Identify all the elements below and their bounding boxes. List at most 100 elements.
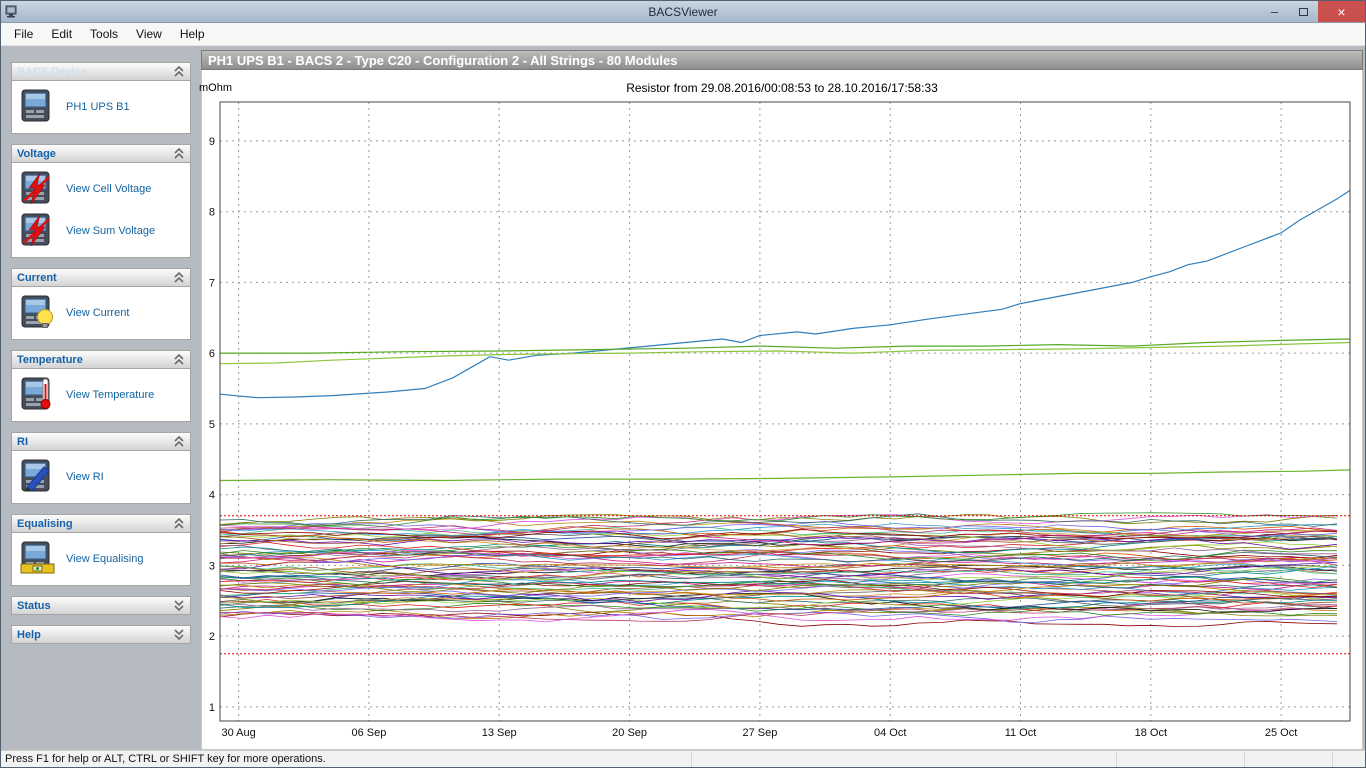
- section-body-bacs-device: PH1 UPS B1: [11, 81, 191, 134]
- status-pane: [1116, 751, 1244, 767]
- sidebar-section-ri: RI View RI: [11, 432, 191, 504]
- sidebar-item-label: View Equalising: [66, 553, 143, 565]
- sidebar-section-temperature: Temperature View Temperature: [11, 350, 191, 422]
- menu-help[interactable]: Help: [171, 24, 214, 44]
- svg-text:6: 6: [209, 348, 215, 360]
- chart-panel: PH1 UPS B1 - BACS 2 - Type C20 - Configu…: [201, 50, 1363, 750]
- svg-text:06 Sep: 06 Sep: [351, 727, 386, 739]
- menu-edit[interactable]: Edit: [42, 24, 81, 44]
- chart-area: mOhm Resistor from 29.08.2016/00:08:53 t…: [201, 70, 1363, 750]
- sidebar-item-view-cell-voltage[interactable]: View Cell Voltage: [16, 168, 186, 210]
- svg-text:7: 7: [209, 277, 215, 289]
- close-button[interactable]: ×: [1318, 1, 1365, 22]
- sidebar-item-view-temperature[interactable]: View Temperature: [16, 374, 186, 416]
- bacsviewer-window: BACSViewer – × FileEditToolsViewHelp BAC…: [0, 0, 1366, 768]
- section-header-voltage[interactable]: Voltage: [11, 144, 191, 163]
- sidebar-item-label: View Cell Voltage: [66, 183, 151, 195]
- sidebar-item-label: PH1 UPS B1: [66, 101, 130, 113]
- maximize-icon: [1299, 8, 1308, 16]
- collapse-chevron-icon[interactable]: [173, 65, 185, 78]
- svg-text:3: 3: [209, 560, 215, 572]
- section-header-help[interactable]: Help: [11, 625, 191, 644]
- sidebar-section-equalising: Equalising View Equalising: [11, 514, 191, 586]
- sidebar-item-view-equalising[interactable]: View Equalising: [16, 538, 186, 580]
- section-header-equalising[interactable]: Equalising: [11, 514, 191, 533]
- expand-chevron-icon[interactable]: [173, 599, 185, 612]
- minimize-button[interactable]: –: [1260, 1, 1289, 22]
- sidebar-item-view-sum-voltage[interactable]: View Sum Voltage: [16, 210, 186, 252]
- svg-text:1: 1: [209, 702, 215, 714]
- status-pane: [691, 751, 1116, 767]
- chart-panel-header: PH1 UPS B1 - BACS 2 - Type C20 - Configu…: [201, 50, 1363, 70]
- section-header-bacs-device[interactable]: BACS Device: [11, 62, 191, 81]
- sidebar-item-view-current[interactable]: View Current: [16, 292, 186, 334]
- equalising-icon: [18, 540, 58, 578]
- section-header-temperature[interactable]: Temperature: [11, 350, 191, 369]
- svg-text:27 Sep: 27 Sep: [742, 727, 777, 739]
- section-title: Voltage: [17, 148, 173, 160]
- sidebar-section-help: Help: [11, 625, 191, 644]
- svg-text:2: 2: [209, 631, 215, 643]
- svg-text:5: 5: [209, 419, 215, 431]
- sidebar-section-status: Status: [11, 596, 191, 615]
- sidebar-item-label: View RI: [66, 471, 104, 483]
- section-header-ri[interactable]: RI: [11, 432, 191, 451]
- menu-view[interactable]: View: [127, 24, 171, 44]
- section-title: Help: [17, 629, 173, 641]
- resistance-chart: 12345678930 Aug06 Sep13 Sep20 Sep27 Sep0…: [202, 98, 1362, 749]
- collapse-chevron-icon[interactable]: [173, 271, 185, 284]
- collapse-chevron-icon[interactable]: [173, 517, 185, 530]
- svg-text:18 Oct: 18 Oct: [1135, 727, 1167, 739]
- chart-title-row: mOhm Resistor from 29.08.2016/00:08:53 t…: [202, 70, 1362, 98]
- section-title: Equalising: [17, 518, 173, 530]
- section-header-status[interactable]: Status: [11, 596, 191, 615]
- svg-text:04 Oct: 04 Oct: [874, 727, 906, 739]
- current-icon: [18, 294, 58, 332]
- svg-text:25 Oct: 25 Oct: [1265, 727, 1297, 739]
- expand-chevron-icon[interactable]: [173, 628, 185, 641]
- status-text: Press F1 for help or ALT, CTRL or SHIFT …: [5, 753, 691, 765]
- section-body-current: View Current: [11, 287, 191, 340]
- sidebar-section-bacs-device: BACS Device PH1 UPS B1: [11, 62, 191, 134]
- content-area: BACS Device PH1 UPS B1 Voltage View Cell Vo…: [1, 46, 1365, 750]
- sidebar-item-label: View Temperature: [66, 389, 154, 401]
- section-header-current[interactable]: Current: [11, 268, 191, 287]
- temperature-icon: [18, 376, 58, 414]
- sum-voltage-icon: [18, 212, 58, 250]
- sidebar-section-voltage: Voltage View Cell Voltage View Sum Voltage: [11, 144, 191, 258]
- menu-tools[interactable]: Tools: [81, 24, 127, 44]
- sidebar-item-label: View Sum Voltage: [66, 225, 155, 237]
- section-body-equalising: View Equalising: [11, 533, 191, 586]
- ri-icon: [18, 458, 58, 496]
- window-title: BACSViewer: [1, 5, 1365, 19]
- collapse-chevron-icon[interactable]: [173, 353, 185, 366]
- svg-text:20 Sep: 20 Sep: [612, 727, 647, 739]
- svg-text:11 Oct: 11 Oct: [1005, 727, 1037, 739]
- section-title: BACS Device: [17, 66, 173, 78]
- maximize-button[interactable]: [1289, 1, 1318, 22]
- collapse-chevron-icon[interactable]: [173, 147, 185, 160]
- svg-text:13 Sep: 13 Sep: [482, 727, 517, 739]
- sidebar-item-view-ri[interactable]: View RI: [16, 456, 186, 498]
- svg-text:8: 8: [209, 207, 215, 219]
- y-axis-unit-label: mOhm: [199, 82, 232, 94]
- sidebar-item-ph1-ups-b1[interactable]: PH1 UPS B1: [16, 86, 186, 128]
- status-pane: [1332, 751, 1365, 767]
- section-title: Status: [17, 600, 173, 612]
- section-title: Current: [17, 272, 173, 284]
- svg-text:9: 9: [209, 136, 215, 148]
- section-body-voltage: View Cell Voltage View Sum Voltage: [11, 163, 191, 258]
- cell-voltage-icon: [18, 170, 58, 208]
- collapse-chevron-icon[interactable]: [173, 435, 185, 448]
- status-pane: [1244, 751, 1332, 767]
- sidebar: BACS Device PH1 UPS B1 Voltage View Cell Vo…: [1, 46, 197, 750]
- bacs-device-icon: [18, 88, 58, 126]
- section-body-temperature: View Temperature: [11, 369, 191, 422]
- title-bar[interactable]: BACSViewer – ×: [1, 1, 1365, 23]
- chart-title: Resistor from 29.08.2016/00:08:53 to 28.…: [202, 81, 1362, 95]
- sidebar-item-label: View Current: [66, 307, 129, 319]
- section-title: Temperature: [17, 354, 173, 366]
- sidebar-section-current: Current View Current: [11, 268, 191, 340]
- status-bar: Press F1 for help or ALT, CTRL or SHIFT …: [1, 750, 1365, 767]
- menu-file[interactable]: File: [5, 24, 42, 44]
